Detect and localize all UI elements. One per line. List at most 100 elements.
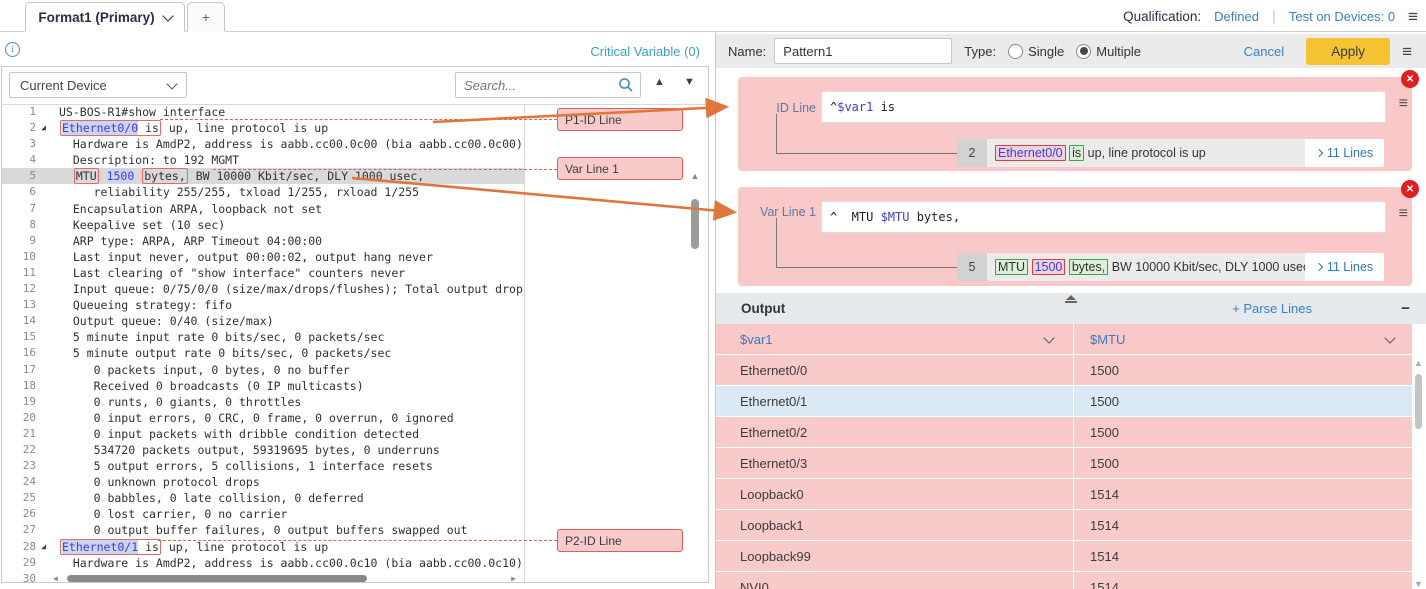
code-line[interactable]: 26 0 lost carrier, 0 no carrier (2, 506, 524, 522)
scroll-thumb[interactable] (1415, 374, 1422, 429)
close-icon[interactable]: ✕ (1401, 180, 1419, 198)
scroll-thumb[interactable] (67, 575, 367, 582)
code-line[interactable]: 15 5 minute input rate 0 bits/sec, 0 pac… (2, 329, 524, 345)
code-line[interactable]: 29 Hardware is AmdP2, address is aabb.cc… (2, 555, 524, 571)
search-prev-button[interactable]: ▲ (654, 76, 665, 88)
code-line[interactable]: 5 MTU 1500 bytes, BW 10000 Kbit/sec, DLY… (2, 168, 524, 184)
code-text: Hardware is AmdP2, address is aabb.cc00.… (51, 555, 523, 571)
pattern-input[interactable]: ^$var1 is (821, 91, 1386, 123)
code-line[interactable]: 20 0 input errors, 0 CRC, 0 frame, 0 ove… (2, 410, 524, 426)
output-table-body: Ethernet0/01500Ethernet0/11500Ethernet0/… (716, 355, 1412, 589)
code-line[interactable]: 8 Keepalive set (10 sec) (2, 217, 524, 233)
radio-multiple-icon[interactable] (1076, 44, 1091, 59)
code-line[interactable]: 1US-BOS-R1#show interface (2, 104, 524, 120)
code-line[interactable]: 18 Received 0 broadcasts (0 IP multicast… (2, 378, 524, 394)
line-number: 29 (2, 555, 36, 571)
code-line[interactable]: 27 0 output buffer failures, 0 output bu… (2, 522, 524, 538)
annotation-var-line-1[interactable]: Var Line 1 (557, 157, 683, 180)
scroll-up-icon[interactable]: ▲ (1412, 358, 1425, 368)
search-icon[interactable] (618, 77, 634, 93)
output-vertical-scrollbar[interactable]: ▲ ▼ (1412, 358, 1425, 589)
code-line[interactable]: 25 0 babbles, 0 late collision, 0 deferr… (2, 490, 524, 506)
scroll-right-icon[interactable]: ▶ (511, 571, 516, 583)
table-row[interactable]: NVI01514 (716, 572, 1412, 589)
radio-multiple[interactable]: Multiple (1076, 44, 1141, 59)
code-line[interactable]: 3 Hardware is AmdP2, address is aabb.cc0… (2, 136, 524, 152)
code-line[interactable]: 6 reliability 255/255, txload 1/255, rxl… (2, 184, 524, 200)
annotation-p1-id-line[interactable]: P1-ID Line (557, 108, 683, 131)
code-line[interactable]: 11 Last clearing of "show interface" cou… (2, 265, 524, 281)
fold-marker-icon[interactable]: ◢ (36, 120, 51, 136)
code-line[interactable]: 13 Queueing strategy: fifo (2, 297, 524, 313)
code-vertical-scrollbar[interactable]: ▲ ▼ (688, 171, 702, 589)
code-line[interactable]: 24 0 unknown protocol drops (2, 474, 524, 490)
code-line[interactable]: 10 Last input never, output 00:00:02, ou… (2, 249, 524, 265)
scroll-down-icon[interactable]: ▼ (1412, 579, 1425, 589)
annotation-p2-id-line[interactable]: P2-ID Line (557, 529, 683, 552)
radio-single-icon[interactable] (1008, 44, 1023, 59)
chevron-down-icon[interactable] (1043, 332, 1054, 343)
tab-format1[interactable]: Format1 (Primary) (25, 2, 185, 32)
menu-icon[interactable]: ≡ (1408, 8, 1418, 25)
expand-lines-link[interactable]: 11 Lines (1305, 139, 1384, 167)
match-box: Ethernet0/0 is (60, 120, 161, 136)
chevron-down-icon[interactable] (1384, 332, 1395, 343)
search-input[interactable] (462, 77, 618, 94)
expand-lines-link[interactable]: 11 Lines (1305, 253, 1384, 281)
radio-single[interactable]: Single (1008, 44, 1064, 59)
scroll-thumb[interactable] (691, 199, 699, 249)
test-on-devices-link[interactable]: Test on Devices: 0 (1289, 9, 1395, 24)
code-line[interactable]: 21 0 input packets with dribble conditio… (2, 426, 524, 442)
card-menu-icon[interactable]: ≡ (1399, 205, 1408, 223)
pattern-input[interactable]: ^ MTU $MTU bytes, (821, 201, 1386, 233)
table-row[interactable]: Ethernet0/01500 (716, 355, 1412, 386)
code-line[interactable]: 16 5 minute output rate 0 bits/sec, 0 pa… (2, 345, 524, 361)
column-header-mtu[interactable]: $MTU (1074, 324, 1412, 354)
table-row[interactable]: Loopback11514 (716, 510, 1412, 541)
code-line[interactable]: 23 5 output errors, 5 collisions, 1 inte… (2, 458, 524, 474)
code-area[interactable]: 1US-BOS-R1#show interface2◢Ethernet0/0 i… (2, 104, 525, 583)
add-tab-button[interactable]: + (187, 2, 225, 32)
matched-line-row[interactable]: 5MTU 1500 bytes, BW 10000 Kbit/sec, DLY … (957, 253, 1384, 281)
scroll-up-icon[interactable]: ▲ (689, 171, 701, 181)
matched-line-row[interactable]: 2Ethernet0/0 is up, line protocol is up1… (957, 139, 1384, 167)
critical-variable-link[interactable]: Critical Variable (0) (590, 44, 700, 59)
scroll-left-icon[interactable]: ◀ (53, 571, 58, 583)
pattern-name-input[interactable] (774, 38, 952, 64)
close-icon[interactable]: ✕ (1401, 70, 1419, 88)
resize-handle-icon[interactable] (1065, 295, 1077, 303)
cell-var1: Ethernet0/2 (716, 417, 1073, 447)
code-line[interactable]: 4 Description: to 192 MGMT (2, 152, 524, 168)
code-text: 5 minute input rate 0 bits/sec, 0 packet… (51, 329, 384, 345)
info-icon[interactable]: i (5, 42, 20, 57)
table-row[interactable]: Ethernet0/21500 (716, 417, 1412, 448)
lines-count-label: 11 Lines (1327, 260, 1373, 274)
horizontal-scrollbar[interactable]: ◀▶ (53, 572, 520, 583)
code-line[interactable]: 9 ARP type: ARPA, ARP Timeout 04:00:00 (2, 233, 524, 249)
minimize-icon[interactable]: − (1401, 300, 1410, 317)
table-row[interactable]: Loopback01514 (716, 479, 1412, 510)
code-line[interactable]: 30◀▶ (2, 571, 524, 583)
code-line[interactable]: 14 Output queue: 0/40 (size/max) (2, 313, 524, 329)
search-next-button[interactable]: ▼ (684, 76, 695, 88)
cancel-button[interactable]: Cancel (1244, 44, 1284, 59)
line-number: 20 (2, 410, 36, 426)
table-row[interactable]: Ethernet0/11500 (716, 386, 1412, 417)
column-header-var1[interactable]: $var1 (716, 324, 1073, 354)
pattern-menu-icon[interactable]: ≡ (1402, 43, 1412, 60)
code-line[interactable]: 17 0 packets input, 0 bytes, 0 no buffer (2, 362, 524, 378)
card-menu-icon[interactable]: ≡ (1399, 95, 1408, 113)
code-line[interactable]: 7 Encapsulation ARPA, loopback not set (2, 201, 524, 217)
table-row[interactable]: Ethernet0/31500 (716, 448, 1412, 479)
parse-lines-button[interactable]: + Parse Lines (1232, 301, 1312, 316)
code-line[interactable]: 19 0 runts, 0 giants, 0 throttles (2, 394, 524, 410)
code-line[interactable]: 2◢Ethernet0/0 is up, line protocol is up (2, 120, 524, 136)
code-segment (59, 169, 73, 183)
table-row[interactable]: Loopback991514 (716, 541, 1412, 572)
apply-button[interactable]: Apply (1306, 38, 1390, 65)
device-selector[interactable]: Current Device (9, 72, 187, 98)
qualification-defined-link[interactable]: Defined (1214, 9, 1259, 24)
code-line[interactable]: 12 Input queue: 0/75/0/0 (size/max/drops… (2, 281, 524, 297)
fold-marker-icon[interactable]: ◢ (36, 539, 51, 555)
code-line[interactable]: 22 534720 packets output, 59319695 bytes… (2, 442, 524, 458)
